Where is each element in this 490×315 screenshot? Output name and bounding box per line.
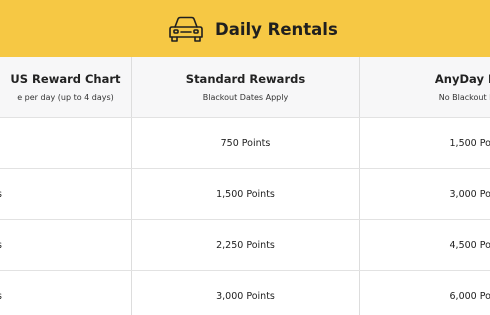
table-row: s 3,000 Points 6,000 Poir — [0, 271, 490, 315]
header-subtitle: Blackout Dates Apply — [202, 93, 289, 102]
daily-rentals-banner: Daily Rentals — [0, 0, 490, 57]
row-label: s — [0, 240, 2, 251]
row-label: s — [0, 291, 2, 302]
anyday-points: 1,500 Poir — [449, 137, 490, 149]
table-row: s 2,250 Points 4,500 Poir — [0, 220, 490, 271]
row-label-cell — [0, 118, 131, 168]
standard-points: 2,250 Points — [216, 239, 275, 251]
anyday-points: 3,000 Poir — [449, 188, 490, 200]
standard-points-cell: 2,250 Points — [131, 220, 359, 270]
anyday-points-cell: 6,000 Poir — [359, 271, 490, 315]
banner-title: Daily Rentals — [215, 19, 338, 39]
car-icon — [169, 16, 203, 42]
standard-points-cell: 750 Points — [131, 118, 359, 168]
header-subtitle: No Blackout Date — [438, 93, 490, 102]
header-title: Standard Rewards — [185, 72, 306, 86]
table-row: s 1,500 Points 3,000 Poir — [0, 169, 490, 220]
anyday-points-cell: 4,500 Poir — [359, 220, 490, 270]
standard-points: 750 Points — [220, 137, 271, 149]
table-header-row: US Reward Chart e per day (up to 4 days)… — [0, 57, 490, 118]
standard-points-cell: 3,000 Points — [131, 271, 359, 315]
anyday-points-cell: 3,000 Poir — [359, 169, 490, 219]
row-label: s — [0, 189, 2, 200]
standard-points: 1,500 Points — [216, 188, 275, 200]
header-anyday-rewards: AnyDay Rev No Blackout Date — [359, 57, 490, 117]
header-title: US Reward Chart — [10, 72, 121, 86]
standard-points-cell: 1,500 Points — [131, 169, 359, 219]
row-label-cell: s — [0, 169, 131, 219]
row-label-cell: s — [0, 220, 131, 270]
banner-content: Daily Rentals — [168, 13, 338, 45]
standard-points: 3,000 Points — [216, 290, 275, 302]
anyday-points-cell: 1,500 Poir — [359, 118, 490, 168]
anyday-points: 4,500 Poir — [449, 239, 490, 251]
header-title: AnyDay Rev — [434, 72, 490, 86]
reward-chart-screen: Daily Rentals US Reward Chart e per day … — [0, 0, 490, 315]
header-standard-rewards: Standard Rewards Blackout Dates Apply — [131, 57, 359, 117]
header-us-reward-chart: US Reward Chart e per day (up to 4 days) — [0, 57, 131, 117]
anyday-points: 6,000 Poir — [449, 290, 490, 302]
table-row: 750 Points 1,500 Poir — [0, 118, 490, 169]
row-label-cell: s — [0, 271, 131, 315]
header-subtitle: e per day (up to 4 days) — [17, 93, 114, 102]
